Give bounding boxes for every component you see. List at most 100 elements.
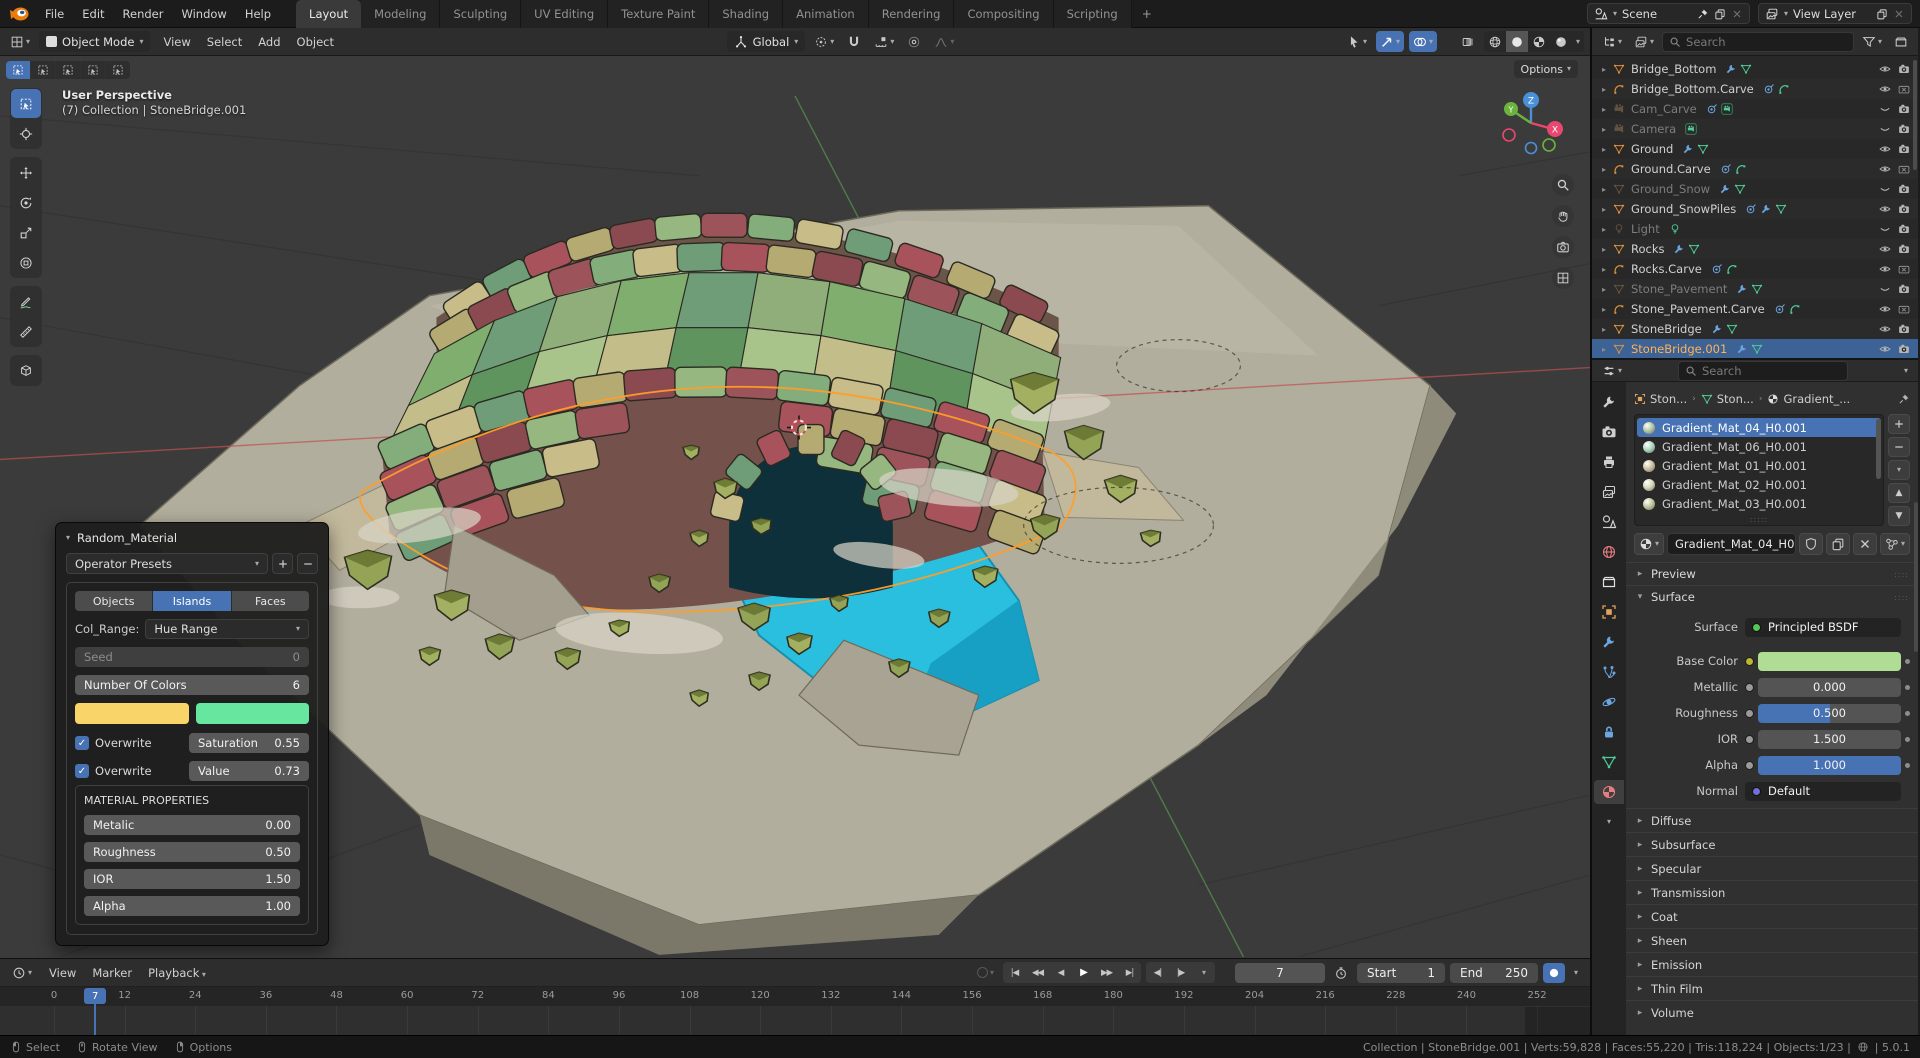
shading-material-button[interactable]: [1528, 31, 1550, 52]
expand-arrow-icon[interactable]: ▸: [1598, 325, 1610, 334]
tool-measure[interactable]: [11, 317, 41, 346]
workspace-tab-scripting[interactable]: Scripting: [1053, 0, 1132, 28]
pin-id-button[interactable]: [1898, 393, 1910, 405]
current-frame-field[interactable]: 7: [1234, 962, 1325, 983]
panel-header-thin-film[interactable]: ▸ Thin Film: [1626, 976, 1918, 1000]
slots-scrollbar[interactable]: [1876, 419, 1881, 479]
tab-faces[interactable]: Faces: [231, 591, 309, 611]
tool-annotate[interactable]: [11, 287, 41, 316]
properties-editor-type-button[interactable]: ▾: [1598, 360, 1626, 381]
breadcrumb-material[interactable]: Gradient_...: [1767, 392, 1850, 406]
disable-render-toggle[interactable]: [1898, 103, 1910, 115]
tool-move[interactable]: [11, 158, 41, 187]
hide-viewport-toggle[interactable]: [1879, 203, 1891, 215]
menu-edit[interactable]: Edit: [73, 3, 113, 25]
properties-tab-particles[interactable]: [1594, 660, 1624, 684]
outliner-item[interactable]: ▸ Ground_Snow: [1592, 179, 1918, 199]
panel-header-coat[interactable]: ▸ Coat: [1626, 904, 1918, 928]
workspace-tab-modeling[interactable]: Modeling: [361, 0, 441, 28]
shading-rendered-button[interactable]: [1550, 31, 1572, 52]
prev-keyframe-button[interactable]: ◀◀: [1026, 962, 1049, 983]
proportional-falloff-dropdown[interactable]: ▾: [930, 31, 958, 52]
surface-panel-header[interactable]: ▾ Surface::::: [1626, 585, 1918, 608]
material-slot[interactable]: Gradient_Mat_02_H0.001: [1637, 475, 1881, 494]
shading-wireframe-button[interactable]: [1484, 31, 1506, 52]
tool-scale[interactable]: [11, 218, 41, 247]
saturation-slider[interactable]: Saturation 0.55: [189, 733, 309, 753]
hide-viewport-toggle-off[interactable]: [1879, 223, 1891, 235]
outliner-item[interactable]: ▸ Bridge_Bottom.Carve: [1592, 79, 1918, 99]
remove-slot-button[interactable]: [1888, 437, 1910, 457]
unlink-material-button[interactable]: [1852, 533, 1877, 555]
viewport-menu-object[interactable]: Object: [289, 31, 342, 53]
disable-render-toggle[interactable]: [1898, 303, 1910, 315]
disable-render-toggle[interactable]: [1898, 123, 1910, 135]
timeline-menu-playback[interactable]: Playback ▾: [140, 962, 214, 984]
hide-viewport-toggle[interactable]: [1879, 83, 1891, 95]
roughness-slider[interactable]: 0.500: [1758, 703, 1901, 723]
outliner-filter-mode-dropdown[interactable]: ▾: [1630, 31, 1658, 52]
playhead-line[interactable]: [94, 1004, 97, 1035]
decorator-dot[interactable]: [1905, 710, 1910, 716]
next-frame-button[interactable]: |▶: [1169, 962, 1192, 983]
camera-view-icon[interactable]: [1552, 236, 1574, 258]
toggle-ortho-icon[interactable]: [1552, 267, 1574, 289]
col-range-dropdown[interactable]: Hue Range ▾: [145, 619, 309, 639]
outliner-search-input[interactable]: [1686, 34, 1847, 49]
gizmos-toggle[interactable]: ▾: [1375, 31, 1404, 52]
scene-selector[interactable]: ▾ Scene: [1586, 3, 1750, 24]
breadcrumb-data[interactable]: Ston...: [1701, 392, 1754, 406]
properties-scrollbar[interactable]: [1914, 502, 1918, 652]
workspace-tab-compositing[interactable]: Compositing: [954, 0, 1054, 28]
prev-frame-button[interactable]: ◀|: [1146, 962, 1169, 983]
tab-islands[interactable]: Islands: [153, 591, 232, 611]
expand-arrow-icon[interactable]: ▸: [1598, 285, 1610, 294]
editor-type-button[interactable]: ▾: [6, 31, 34, 52]
properties-tab-scene[interactable]: [1594, 510, 1624, 534]
outliner-item[interactable]: ▸ Rocks.Carve: [1592, 259, 1918, 279]
properties-tab-render[interactable]: [1594, 420, 1624, 444]
hide-viewport-toggle[interactable]: [1879, 323, 1891, 335]
mode-dropdown[interactable]: Object Mode ▾: [39, 31, 151, 52]
tool-select-box[interactable]: [11, 89, 41, 118]
outliner-display-mode-dropdown[interactable]: ▾: [1598, 31, 1626, 52]
move-slot-down-button[interactable]: ▼: [1888, 506, 1910, 526]
panel-header-volume[interactable]: ▸ Volume: [1626, 1000, 1918, 1024]
options-button[interactable]: Options ▾: [1513, 60, 1578, 78]
workspace-tab-texture-paint[interactable]: Texture Paint: [608, 0, 710, 28]
outliner-item[interactable]: ▸ Bridge_Bottom: [1592, 59, 1918, 79]
new-scene-icon[interactable]: [1714, 8, 1726, 20]
workspace-tab-shading[interactable]: Shading: [709, 0, 784, 28]
jump-to-end-button[interactable]: ▶|: [1118, 962, 1141, 983]
panel-header-diffuse[interactable]: ▸ Diffuse: [1626, 808, 1918, 832]
tool-rotate[interactable]: [11, 188, 41, 217]
outliner-item[interactable]: ▸ Cam_Carve: [1592, 99, 1918, 119]
browse-material-dropdown[interactable]: ▾: [1634, 533, 1665, 555]
disable-render-toggle[interactable]: [1898, 183, 1910, 195]
transform-orientation-dropdown[interactable]: Global ▾: [726, 31, 806, 52]
jump-to-start-button[interactable]: |◀: [1003, 962, 1026, 983]
hide-viewport-toggle-off[interactable]: [1879, 283, 1891, 295]
snap-settings-dropdown[interactable]: ▾: [870, 31, 898, 52]
material-slot[interactable]: Gradient_Mat_04_H0.001: [1637, 418, 1881, 437]
node-tree-dropdown[interactable]: ▾: [1879, 533, 1910, 555]
properties-tab-output[interactable]: [1594, 450, 1624, 474]
ior-slider[interactable]: 1.500: [1758, 729, 1901, 749]
tool-transform[interactable]: [11, 248, 41, 277]
pivot-point-dropdown[interactable]: ▾: [810, 31, 838, 52]
operator-presets-dropdown[interactable]: Operator Presets ▾: [66, 553, 268, 574]
socket-dot[interactable]: [1745, 760, 1754, 770]
outliner-item[interactable]: ▸ Stone_Pavement: [1592, 279, 1918, 299]
hide-viewport-toggle[interactable]: [1879, 63, 1891, 75]
pin-icon[interactable]: [1697, 8, 1709, 20]
expand-arrow-icon[interactable]: ▸: [1598, 65, 1610, 74]
breadcrumb-object[interactable]: Ston...: [1634, 392, 1687, 406]
shading-options-dropdown[interactable]: ▾: [1572, 31, 1584, 52]
expand-arrow-icon[interactable]: ▸: [1598, 85, 1610, 94]
hide-viewport-toggle[interactable]: [1879, 243, 1891, 255]
step-options-dropdown[interactable]: ▾: [1192, 962, 1215, 983]
viewport-menu-add[interactable]: Add: [250, 31, 288, 53]
frame-start-field[interactable]: Start 1: [1356, 962, 1445, 983]
properties-tab-object[interactable]: [1594, 600, 1624, 624]
preset-add-button[interactable]: [272, 553, 293, 574]
